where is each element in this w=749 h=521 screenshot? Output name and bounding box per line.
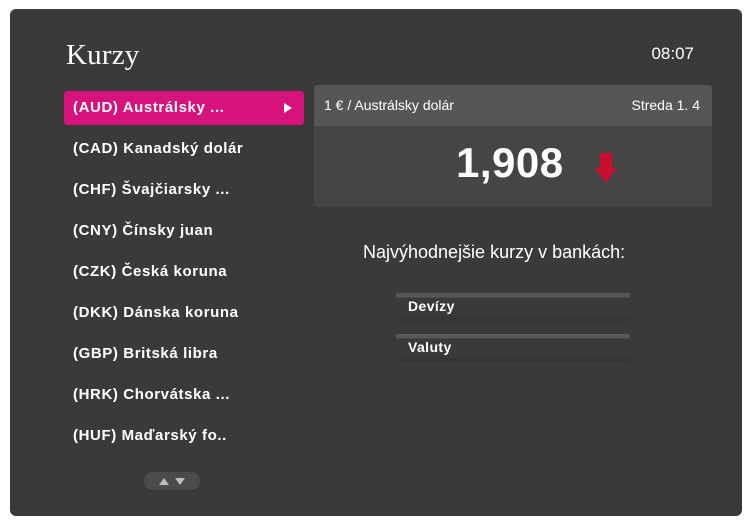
currency-item-label: (DKK) Dánska koruna [73, 304, 239, 321]
currency-item-label: (CNY) Čínsky juan [73, 222, 214, 239]
best-rates-title: Najvýhodnejšie kurzy v bankách: [363, 242, 626, 262]
currency-item-hrk[interactable]: (HRK) Chorvátska ... [64, 378, 304, 412]
currency-item-dkk[interactable]: (DKK) Dánska koruna [64, 296, 304, 330]
currency-item-czk[interactable]: (CZK) Česká koruna [64, 255, 304, 289]
exchange-rate-value: 1,908 [456, 139, 564, 186]
tv-screen: Kurzy 08:07 (AUD) Austrálsky ... (CAD) K… [10, 9, 742, 516]
arrow-down-icon [595, 153, 617, 183]
currency-item-chf[interactable]: (CHF) Švajčiarsky ... [64, 173, 304, 207]
bank-row-label: Valuty [408, 339, 452, 355]
page-title: Kurzy [66, 39, 140, 71]
currency-pair-label: 1 € / Austrálsky dolár [324, 97, 454, 113]
currency-item-label: (CHF) Švajčiarsky ... [73, 181, 230, 198]
currency-item-huf[interactable]: (HUF) Maďarský fo.. [64, 419, 304, 453]
currency-item-label: (HUF) Maďarský fo.. [73, 427, 227, 444]
bank-row-devizy[interactable]: Devízy [396, 293, 630, 321]
clock: 08:07 [651, 44, 694, 63]
rate-panel-header: 1 € / Austrálsky dolár Streda 1. 4 [314, 85, 712, 126]
rate-date: Streda 1. 4 [631, 97, 701, 113]
scroll-indicator[interactable] [144, 472, 200, 490]
currency-item-label: (HRK) Chorvátska ... [73, 386, 231, 403]
arrow-up-icon [159, 477, 169, 485]
currency-item-label: (CZK) Česká koruna [73, 263, 228, 280]
currency-item-label: (GBP) Britská libra [73, 345, 218, 362]
currency-item-label: (CAD) Kanadský dolár [73, 140, 244, 157]
currency-item-cad[interactable]: (CAD) Kanadský dolár [64, 132, 304, 166]
bank-row-valuty[interactable]: Valuty [396, 334, 630, 362]
currency-item-gbp[interactable]: (GBP) Britská libra [64, 337, 304, 371]
rate-panel: 1 € / Austrálsky dolár Streda 1. 4 1,908 [314, 85, 712, 207]
currency-item-aud[interactable]: (AUD) Austrálsky ... [64, 91, 304, 125]
play-arrow-icon [284, 103, 292, 113]
arrow-down-icon [175, 477, 185, 485]
bank-row-label: Devízy [408, 298, 455, 314]
currency-item-label: (AUD) Austrálsky ... [73, 99, 225, 116]
currency-list: (AUD) Austrálsky ... (CAD) Kanadský dolá… [64, 91, 304, 460]
currency-item-cny[interactable]: (CNY) Čínsky juan [64, 214, 304, 248]
